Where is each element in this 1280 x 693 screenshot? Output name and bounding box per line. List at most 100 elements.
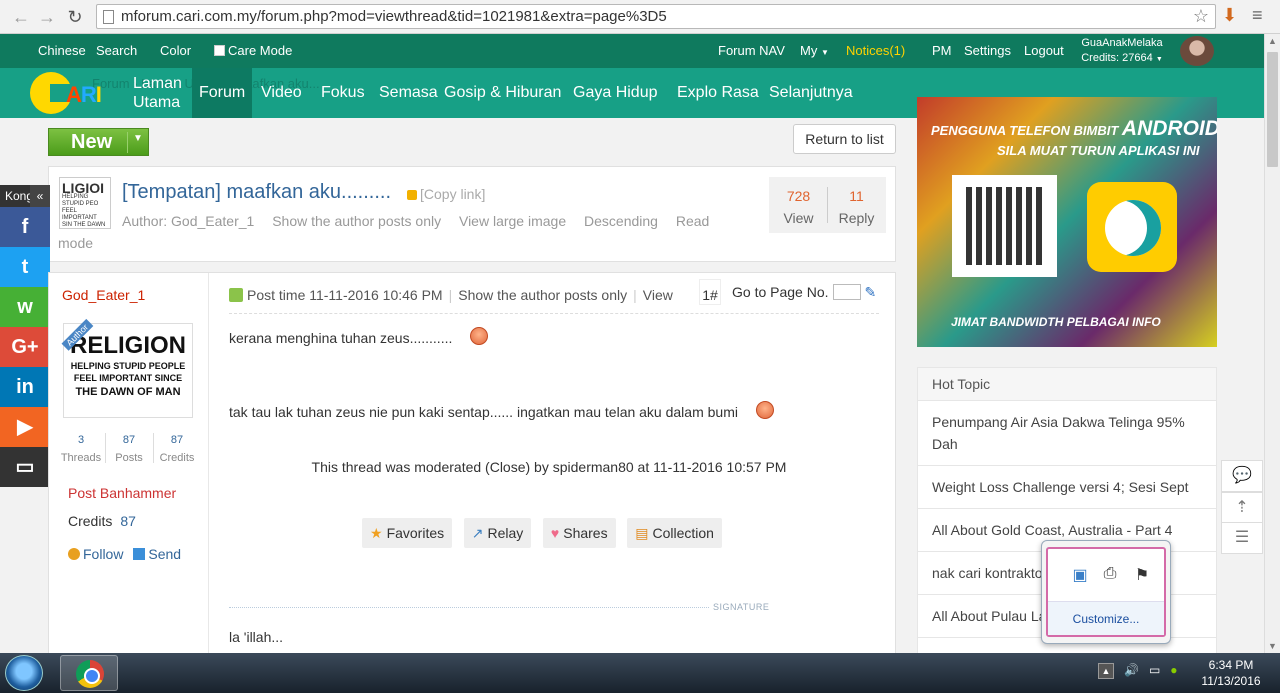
topbar-chinese[interactable]: Chinese bbox=[38, 43, 86, 58]
floor-number[interactable]: 1# bbox=[699, 279, 721, 305]
view-large-image-link[interactable]: View large image bbox=[459, 213, 566, 229]
qr-code-icon bbox=[952, 175, 1057, 277]
customize-link[interactable]: Customize... bbox=[1048, 601, 1164, 635]
topbar-search[interactable]: Search bbox=[96, 43, 137, 58]
nav-item-video[interactable]: Video bbox=[261, 84, 302, 102]
settings-link[interactable]: Settings bbox=[964, 43, 1011, 58]
signature-label: SIGNATURE bbox=[713, 602, 770, 612]
shares-button[interactable]: ♥ Shares bbox=[542, 518, 616, 548]
mail-icon bbox=[133, 548, 146, 560]
back-to-top-icon[interactable]: ⇡ bbox=[1221, 492, 1263, 524]
address-bar[interactable]: mforum.cari.com.my/forum.php?mod=viewthr… bbox=[96, 4, 1216, 29]
notices-link[interactable]: Notices(1) bbox=[846, 43, 905, 58]
menu-icon[interactable]: ≡ bbox=[1252, 5, 1263, 26]
scroll-thumb[interactable] bbox=[1267, 52, 1278, 167]
posts-count[interactable]: 87 bbox=[105, 431, 153, 449]
credits-count[interactable]: 87 bbox=[153, 431, 201, 449]
url-text[interactable]: mforum.cari.com.my/forum.php?mod=viewthr… bbox=[121, 8, 667, 25]
share-facebook-icon[interactable]: f bbox=[0, 207, 50, 247]
nav-item-explo-rasa[interactable]: Explo Rasa bbox=[677, 84, 759, 102]
user-credits-line: Credits 87 bbox=[68, 513, 136, 529]
relay-button[interactable]: ↗ Relay bbox=[463, 518, 532, 548]
comment-float-icon[interactable]: 💬 bbox=[1221, 460, 1263, 492]
follow-send-actions: Follow Send bbox=[68, 546, 181, 562]
thread-meta: Author: God_Eater_1 Show the author post… bbox=[122, 213, 723, 229]
show-author-only-link[interactable]: Show the author posts only bbox=[272, 213, 441, 229]
tray-printer-icon[interactable]: ⎙ bbox=[1100, 565, 1120, 585]
share-wechat-icon[interactable]: w bbox=[0, 287, 50, 327]
dropdown-arrow-icon[interactable]: ▼ bbox=[133, 133, 143, 144]
nav-item-home[interactable]: Laman Utama bbox=[133, 74, 182, 112]
network-icon[interactable]: ▭ bbox=[1149, 663, 1160, 677]
reload-icon[interactable]: ↻ bbox=[64, 6, 86, 28]
threads-count[interactable]: 3 bbox=[57, 431, 105, 449]
chrome-icon bbox=[76, 660, 104, 688]
volume-icon[interactable]: 🔊 bbox=[1124, 663, 1139, 677]
care-mode-label: Care Mode bbox=[228, 43, 293, 58]
show-author-only[interactable]: Show the author posts only bbox=[458, 287, 627, 303]
hot-topic-item[interactable]: Penumpang Air Asia Dakwa Telinga 95% Dah bbox=[918, 401, 1216, 466]
nav-item-semasa[interactable]: Semasa bbox=[379, 84, 438, 102]
new-thread-button[interactable]: New ▼ bbox=[48, 128, 149, 156]
share-linkedin-icon[interactable]: in bbox=[0, 367, 50, 407]
nav-item-gaya-hidup[interactable]: Gaya Hidup bbox=[573, 84, 658, 102]
android-app-banner[interactable]: PENGGUNA TELEFON BIMBIT ANDROID SILA MUA… bbox=[917, 97, 1217, 347]
forward-icon[interactable]: → bbox=[36, 6, 58, 28]
user-info[interactable]: GuaAnakMelaka Credits: 27664 ▼ bbox=[1072, 36, 1172, 67]
view-link[interactable]: View bbox=[643, 287, 673, 303]
my-menu[interactable]: My ▼ bbox=[800, 43, 829, 58]
scroll-up-icon[interactable]: ▲ bbox=[1268, 36, 1277, 46]
collapse-icon[interactable]: « bbox=[30, 185, 50, 207]
thread-stats: 728 View 11 Reply bbox=[769, 177, 886, 233]
pm-link[interactable]: PM bbox=[932, 43, 952, 58]
collection-button[interactable]: ▤ Collection bbox=[627, 518, 722, 548]
bookmark-star-icon[interactable]: ☆ bbox=[1193, 6, 1209, 27]
system-tray: ▲ 🔊 ▭ ● bbox=[1098, 663, 1178, 679]
return-to-list-button[interactable]: Return to list bbox=[793, 124, 896, 154]
share-twitter-icon[interactable]: t bbox=[0, 247, 50, 287]
scroll-down-icon[interactable]: ▼ bbox=[1268, 641, 1277, 651]
go-icon[interactable]: ✎ bbox=[865, 284, 877, 301]
start-button-icon[interactable] bbox=[5, 655, 43, 691]
page-number-input[interactable] bbox=[832, 284, 861, 300]
share-video-icon[interactable]: ▶ bbox=[0, 407, 50, 447]
list-float-icon[interactable]: ☰ bbox=[1221, 522, 1263, 554]
descending-link[interactable]: Descending bbox=[584, 213, 658, 229]
show-hidden-icons[interactable]: ▲ bbox=[1098, 663, 1114, 679]
nav-item-fokus[interactable]: Fokus bbox=[321, 84, 365, 102]
care-mode-checkbox[interactable] bbox=[214, 45, 225, 56]
send-button[interactable]: Send bbox=[133, 546, 181, 562]
update-icon[interactable]: ● bbox=[1170, 663, 1177, 677]
favorites-button[interactable]: ★ Favorites bbox=[362, 518, 453, 548]
back-icon[interactable]: ← bbox=[10, 6, 32, 28]
read-mode-link[interactable]: Read bbox=[676, 213, 709, 229]
author-avatar[interactable]: Author RELIGION HELPING STUPID PEOPLE FE… bbox=[61, 319, 193, 418]
hot-topic-item[interactable]: Weight Loss Challenge versi 4; Sesi Sept bbox=[918, 466, 1216, 509]
logout-link[interactable]: Logout bbox=[1024, 43, 1064, 58]
post-author-name[interactable]: God_Eater_1 bbox=[62, 287, 145, 303]
nav-item-gosip[interactable]: Gosip & Hiburan bbox=[444, 84, 561, 102]
copy-link[interactable]: [Copy link] bbox=[407, 186, 485, 202]
user-avatar[interactable] bbox=[1180, 36, 1214, 66]
topbar-color[interactable]: Color bbox=[160, 43, 191, 58]
page-scrollbar[interactable]: ▲ ▼ bbox=[1264, 34, 1280, 653]
download-icon[interactable]: ⬇ bbox=[1222, 5, 1237, 26]
star-icon: ★ bbox=[370, 525, 383, 541]
taskbar-clock[interactable]: 6:34 PM 11/13/2016 bbox=[1196, 657, 1266, 689]
tray-app-icon[interactable]: ▣ bbox=[1070, 565, 1090, 585]
taskbar-chrome-button[interactable] bbox=[60, 655, 118, 691]
care-mode-toggle[interactable]: Care Mode bbox=[214, 43, 292, 58]
tray-flag-icon[interactable]: ⚑ bbox=[1132, 565, 1152, 585]
read-mode-wrap[interactable]: mode bbox=[58, 235, 93, 251]
share-comment-icon[interactable]: ▭ bbox=[0, 447, 50, 487]
cari-logo[interactable]: ARI bbox=[30, 72, 120, 114]
thread-author[interactable]: Author: God_Eater_1 bbox=[122, 213, 254, 229]
forum-nav-link[interactable]: Forum NAV bbox=[718, 43, 785, 58]
nav-item-forum[interactable]: Forum bbox=[199, 84, 245, 102]
thread-thumbnail[interactable]: LIGIOI HELPING STUPID PEO FEEL IMPORTANT … bbox=[59, 177, 111, 229]
share-googleplus-icon[interactable]: G+ bbox=[0, 327, 50, 367]
share-sidebar: Kongsi « f t w G+ in ▶ ▭ bbox=[0, 185, 50, 487]
follow-button[interactable]: Follow bbox=[68, 546, 123, 562]
nav-item-selanjutnya[interactable]: Selanjutnya bbox=[769, 84, 853, 102]
user-rank[interactable]: Post Banhammer bbox=[68, 485, 176, 501]
